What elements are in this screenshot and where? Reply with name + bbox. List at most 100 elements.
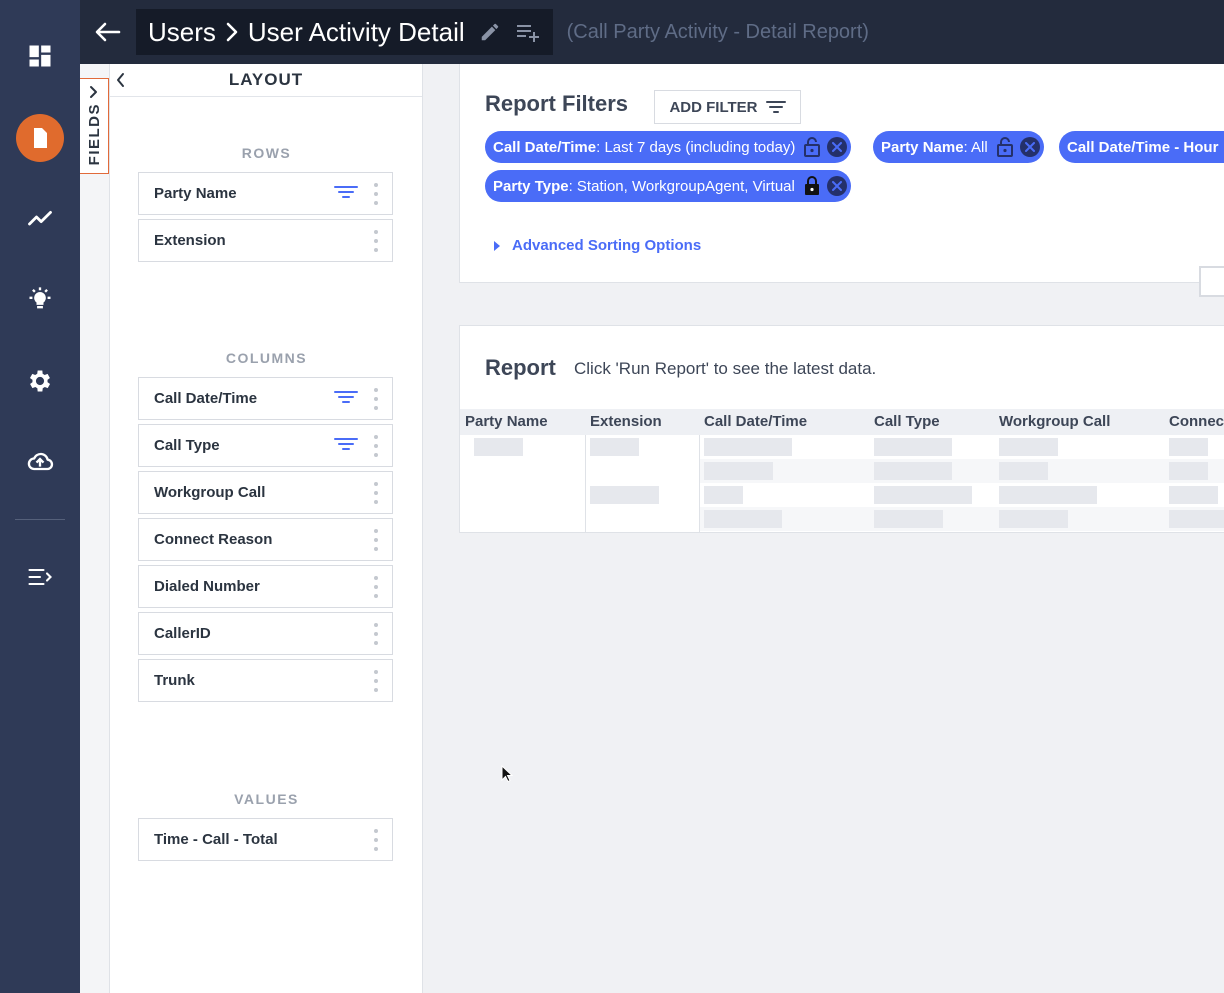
- breadcrumb-users-link[interactable]: Users: [148, 17, 216, 48]
- top-header: Users User Activity Detail (Call Party A…: [80, 0, 1224, 64]
- fields-tab-label: FIELDS: [85, 103, 103, 166]
- field-filter-button[interactable]: [334, 185, 358, 203]
- report-document-icon: [34, 128, 47, 148]
- report-card: Report Click 'Run Report' to see the lat…: [459, 325, 1224, 533]
- layout-field-item[interactable]: Call Type: [138, 424, 393, 467]
- filter-chip-value: : Last 7 days (including today): [596, 138, 796, 156]
- layout-header: LAYOUT: [110, 64, 422, 97]
- collapse-layout-button[interactable]: [116, 72, 126, 93]
- column-header[interactable]: Call Type: [874, 413, 940, 430]
- chevron-right-icon: [90, 86, 97, 98]
- expand-menu-button[interactable]: [0, 552, 80, 602]
- back-button[interactable]: [80, 0, 136, 64]
- layout-field-item[interactable]: Trunk: [138, 659, 393, 702]
- upload-nav-button[interactable]: [0, 437, 80, 487]
- layout-field-item[interactable]: Extension: [138, 219, 393, 262]
- loading-placeholder: [704, 486, 743, 504]
- field-label: Time - Call - Total: [154, 831, 278, 848]
- field-filter-button[interactable]: [334, 437, 358, 455]
- column-header[interactable]: Call Date/Time: [704, 413, 807, 430]
- loading-placeholder: [1169, 462, 1208, 480]
- field-label: Party Name: [154, 185, 237, 202]
- drag-handle-icon[interactable]: [374, 183, 378, 205]
- field-label: Trunk: [154, 672, 195, 689]
- filter-chip[interactable]: Call Date/Time - Hour: [1059, 131, 1224, 163]
- field-label: Connect Reason: [154, 531, 273, 548]
- fields-toggle-tab[interactable]: FIELDS: [80, 78, 109, 174]
- add-to-playlist-button[interactable]: [515, 21, 541, 43]
- rows-section-title: ROWS: [241, 145, 292, 161]
- layout-field-item[interactable]: Call Date/Time: [138, 377, 393, 420]
- field-label: Dialed Number: [154, 578, 260, 595]
- lock-closed-icon[interactable]: [803, 176, 821, 196]
- field-filter-button[interactable]: [334, 390, 358, 408]
- column-header[interactable]: Connec: [1169, 413, 1224, 430]
- layout-field-item[interactable]: Party Name: [138, 172, 393, 215]
- loading-placeholder: [874, 510, 943, 528]
- add-filter-button[interactable]: ADD FILTER: [654, 90, 801, 124]
- drag-handle-icon[interactable]: [374, 529, 378, 551]
- column-header[interactable]: Party Name: [465, 413, 548, 430]
- nav-rail: [0, 0, 80, 993]
- table-divider: [699, 435, 700, 532]
- drag-handle-icon[interactable]: [374, 435, 378, 457]
- filter-chip-value: : Station, WorkgroupAgent, Virtual: [568, 177, 795, 195]
- report-title: Report: [485, 355, 556, 380]
- trend-chart-icon: [28, 210, 52, 226]
- insights-nav-button[interactable]: [0, 274, 80, 324]
- chevron-right-icon: [226, 22, 238, 42]
- layout-field-item[interactable]: Dialed Number: [138, 565, 393, 608]
- lock-open-icon[interactable]: [996, 137, 1014, 157]
- report-filters-card: Report Filters ADD FILTER Call Date/Time…: [459, 64, 1224, 297]
- loading-placeholder: [704, 510, 782, 528]
- column-header[interactable]: Extension: [590, 413, 662, 430]
- values-section-title: VALUES: [234, 791, 299, 807]
- reports-nav-button[interactable]: [0, 113, 80, 163]
- remove-filter-icon[interactable]: [827, 137, 848, 157]
- loading-placeholder: [1169, 438, 1208, 456]
- layout-field-item[interactable]: Time - Call - Total: [138, 818, 393, 861]
- dashboard-icon: [29, 45, 51, 67]
- dashboard-nav-button[interactable]: [0, 31, 80, 81]
- drag-handle-icon[interactable]: [374, 482, 378, 504]
- active-indicator: [16, 114, 64, 162]
- drag-handle-icon[interactable]: [374, 230, 378, 252]
- filter-chip-key: Call Date/Time: [493, 138, 597, 156]
- gear-icon: [29, 370, 51, 392]
- run-report-hint: Click 'Run Report' to see the latest dat…: [574, 359, 877, 378]
- drag-handle-icon[interactable]: [374, 576, 378, 598]
- field-label: Workgroup Call: [154, 484, 266, 501]
- arrow-left-icon: [95, 22, 121, 42]
- lock-open-icon[interactable]: [803, 137, 821, 157]
- fields-strip: [80, 64, 110, 993]
- drag-handle-icon[interactable]: [374, 623, 378, 645]
- filter-chip-key: Party Name: [881, 138, 964, 156]
- drag-handle-icon[interactable]: [374, 388, 378, 410]
- loading-placeholder: [999, 510, 1068, 528]
- field-label: Extension: [154, 232, 226, 249]
- loading-placeholder: [874, 438, 952, 456]
- edit-title-button[interactable]: [479, 21, 501, 43]
- drag-handle-icon[interactable]: [374, 829, 378, 851]
- layout-field-item[interactable]: CallerID: [138, 612, 393, 655]
- filter-icon: [334, 186, 358, 198]
- remove-filter-icon[interactable]: [1019, 137, 1040, 157]
- layout-field-item[interactable]: Workgroup Call: [138, 471, 393, 514]
- filter-chip-key: Party Type: [493, 177, 569, 195]
- filter-chip[interactable]: Party Type: Station, WorkgroupAgent, Vir…: [485, 170, 851, 202]
- report-subtitle: (Call Party Activity - Detail Report): [566, 20, 869, 43]
- drag-handle-icon[interactable]: [374, 670, 378, 692]
- advanced-sorting-toggle[interactable]: Advanced Sorting Options: [494, 237, 701, 254]
- layout-field-item[interactable]: Connect Reason: [138, 518, 393, 561]
- report-table-body: [460, 435, 1224, 532]
- remove-filter-icon[interactable]: [826, 176, 847, 196]
- rail-divider: [15, 519, 65, 520]
- filter-chip[interactable]: Call Date/Time: Last 7 days (including t…: [485, 131, 852, 163]
- loading-placeholder: [999, 486, 1097, 504]
- lightbulb-icon: [29, 287, 51, 309]
- filter-chip[interactable]: Party Name: All: [873, 131, 1044, 163]
- settings-nav-button[interactable]: [0, 356, 80, 406]
- analytics-nav-button[interactable]: [0, 192, 80, 242]
- column-header[interactable]: Workgroup Call: [999, 413, 1110, 430]
- collapse-filters-button[interactable]: [1199, 266, 1224, 297]
